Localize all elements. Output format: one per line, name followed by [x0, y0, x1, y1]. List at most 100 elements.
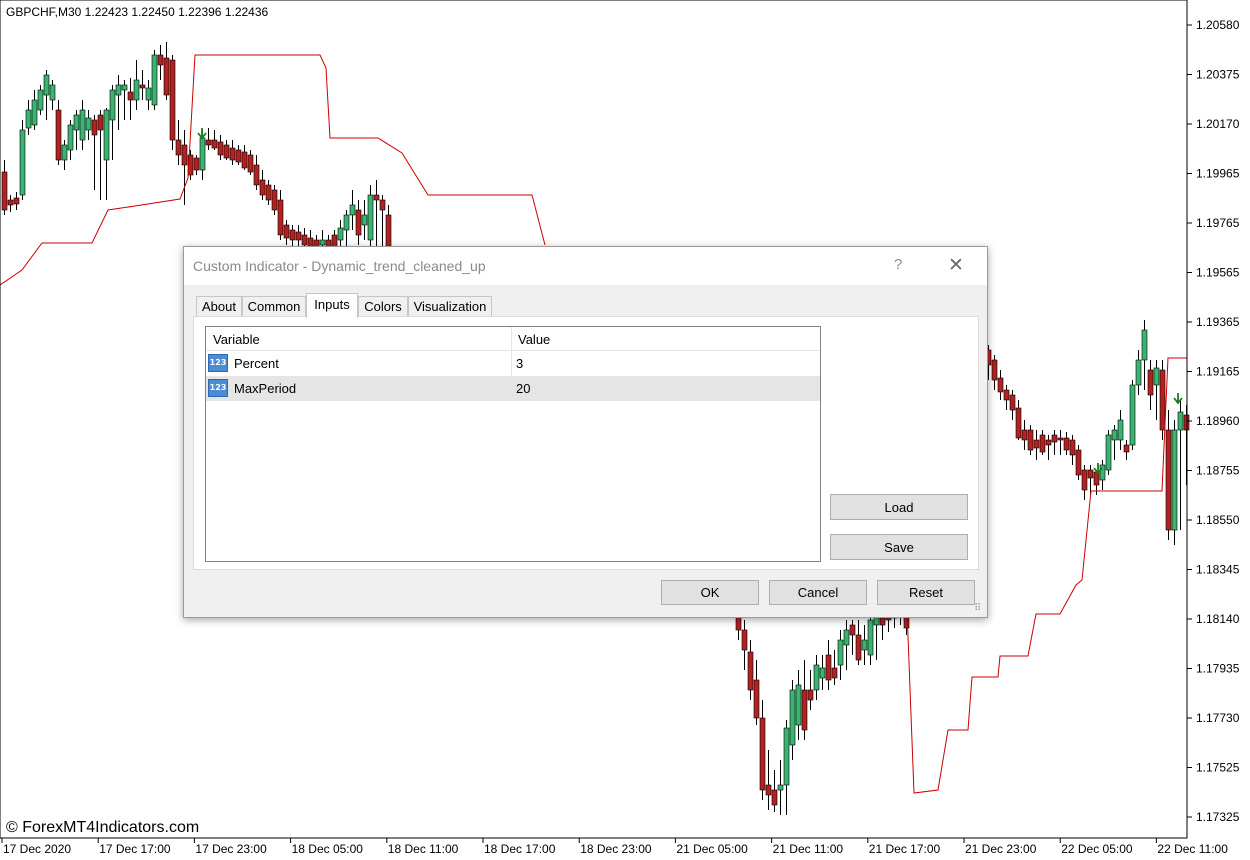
candle [265, 184, 272, 201]
variable-name: MaxPeriod [234, 381, 297, 396]
symbol-header: GBPCHF,M30 1.22423 1.22450 1.22396 1.224… [6, 5, 269, 19]
watermark-text: © ForexMT4Indicators.com [6, 819, 199, 836]
candle [175, 139, 182, 156]
candle [361, 214, 368, 226]
candle [7, 199, 14, 206]
candle [783, 727, 790, 786]
price-label: 1.19165 [1196, 365, 1240, 379]
dialog-titlebar: Custom Indicator - Dynamic_trend_cleaned… [184, 247, 987, 285]
candle [91, 119, 98, 136]
candle [349, 204, 356, 216]
candle [831, 667, 838, 679]
candle [31, 99, 38, 126]
candle [13, 197, 20, 205]
candle [795, 684, 802, 726]
price-label: 1.18345 [1196, 563, 1240, 577]
candle [753, 679, 760, 719]
candle [855, 634, 862, 661]
candle [301, 234, 308, 246]
candle [759, 717, 766, 791]
candle [337, 227, 344, 241]
time-label: 17 Dec 17:00 [99, 842, 171, 856]
candle [157, 54, 164, 66]
candle [67, 124, 74, 151]
price-label: 1.17935 [1196, 662, 1240, 676]
time-label: 21 Dec 23:00 [965, 842, 1037, 856]
candle [1075, 449, 1082, 476]
candle [277, 199, 284, 236]
tab-inputs[interactable]: Inputs [306, 293, 358, 318]
variable-value[interactable]: 3 [516, 356, 523, 371]
candle [211, 139, 218, 149]
price-label: 1.19965 [1196, 167, 1240, 181]
candle [79, 109, 86, 141]
candle [343, 214, 350, 231]
candle [373, 194, 380, 201]
candle [1177, 411, 1184, 431]
candle [61, 144, 68, 161]
candle [1081, 469, 1088, 491]
help-icon[interactable]: ? [894, 256, 902, 273]
candle [747, 651, 754, 691]
candle [139, 84, 146, 89]
time-label: 17 Dec 2020 [3, 842, 71, 856]
time-label: 17 Dec 23:00 [195, 842, 267, 856]
candle [19, 129, 26, 196]
dialog-title: Custom Indicator - Dynamic_trend_cleaned… [193, 258, 486, 274]
candle [813, 664, 820, 691]
candle [199, 137, 206, 171]
candle [49, 84, 56, 101]
price-label: 1.20170 [1196, 117, 1240, 131]
candle [1099, 464, 1106, 481]
candle [801, 689, 808, 731]
candle [1021, 429, 1028, 441]
candle [205, 139, 212, 146]
price-label: 1.19365 [1196, 315, 1240, 329]
candle [115, 84, 122, 96]
candle [193, 157, 200, 171]
candle [777, 784, 784, 791]
candle [1069, 439, 1076, 456]
candle [367, 194, 374, 241]
candle [1051, 434, 1058, 443]
table-row-percent[interactable]: 123 Percent 3 [206, 351, 820, 376]
table-row-maxperiod[interactable]: 123 MaxPeriod 20 [206, 376, 820, 401]
candle [1045, 439, 1052, 446]
price-label: 1.20580 [1196, 18, 1240, 32]
tab-about[interactable]: About [196, 296, 242, 316]
price-label: 1.20375 [1196, 68, 1240, 82]
candle [991, 359, 998, 381]
time-label: 18 Dec 05:00 [292, 842, 364, 856]
inputs-panel: Variable Value 123 Percent 3 123 MaxPeri… [193, 316, 979, 570]
candle [1, 171, 8, 211]
time-label: 18 Dec 23:00 [580, 842, 652, 856]
candle [789, 689, 796, 746]
candle [849, 624, 856, 636]
cancel-button[interactable]: Cancel [769, 580, 867, 605]
candle [997, 377, 1004, 393]
variable-name: Percent [234, 356, 279, 371]
candle [1111, 429, 1118, 441]
time-label: 21 Dec 17:00 [869, 842, 941, 856]
candle [109, 89, 116, 121]
candle [145, 87, 152, 101]
tab-colors[interactable]: Colors [358, 296, 408, 316]
price-scale: 1.20580 1.20375 1.20170 1.19965 1.19765 1.195… [1187, 18, 1240, 824]
candle [1153, 367, 1160, 386]
variable-value[interactable]: 20 [516, 381, 530, 396]
tab-common[interactable]: Common [242, 296, 306, 316]
ok-button[interactable]: OK [661, 580, 759, 605]
candle [247, 154, 254, 173]
candle [169, 59, 176, 141]
resize-grip-icon[interactable]: ⠿ [974, 604, 981, 614]
candle [235, 149, 242, 163]
candle [879, 617, 886, 626]
candle [1135, 359, 1142, 386]
reset-button[interactable]: Reset [877, 580, 975, 605]
load-button[interactable]: Load [830, 494, 968, 520]
tab-visualization[interactable]: Visualization [408, 296, 492, 316]
candle [151, 54, 158, 106]
price-label: 1.17525 [1196, 761, 1240, 775]
close-icon[interactable]: ✕ [948, 254, 964, 277]
save-button[interactable]: Save [830, 534, 968, 560]
